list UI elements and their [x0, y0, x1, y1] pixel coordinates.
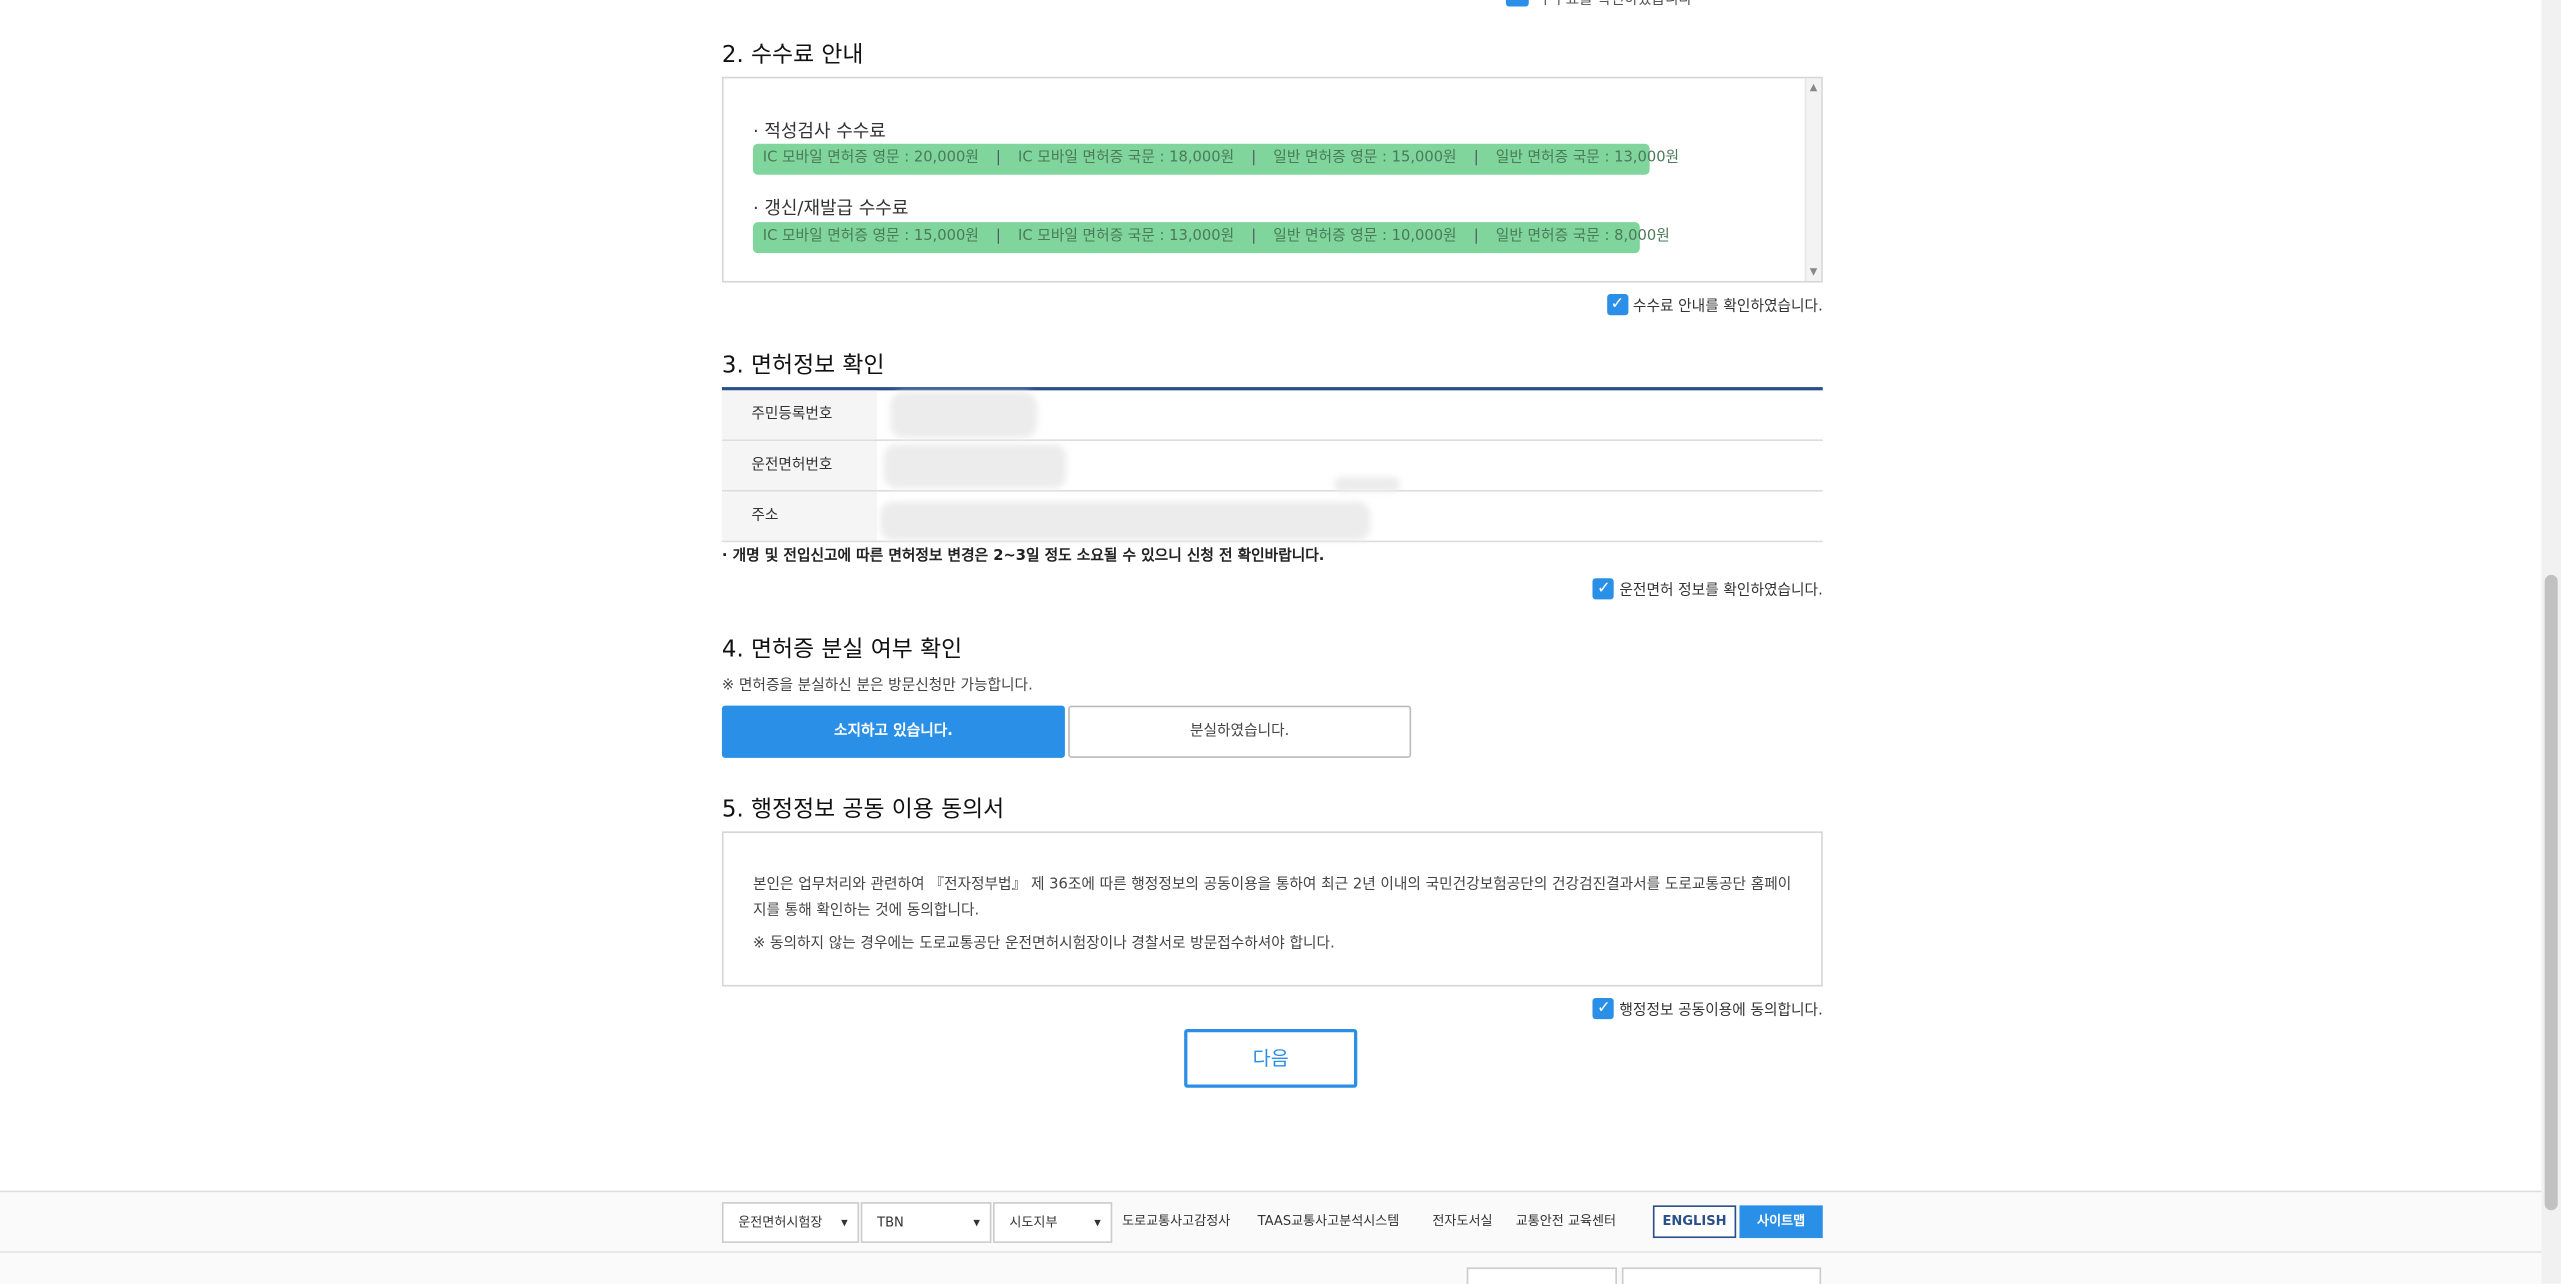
fee-item: IC 모바일 면허증 영문 : 20,000원 — [762, 150, 979, 167]
aptitude-fee-label: · 적성검사 수수료 — [752, 120, 886, 143]
consent-notice: ※ 동의하지 않는 경우에는 도로교통공단 운전면허시험장이나 경찰서로 방문접… — [752, 935, 1335, 953]
page: 수수료를 확인하였습니다 2. 수수료 안내 · 적성검사 수수료 IC 모바일… — [0, 0, 2561, 1284]
sitemap-button[interactable]: 사이트맵 — [1739, 1205, 1823, 1239]
chevron-down-icon: ▾ — [841, 1215, 848, 1230]
row-label-address: 주소 — [721, 491, 878, 541]
renew-fee-label: · 갱신/재발급 수수료 — [752, 197, 909, 219]
footer-link-taas[interactable]: TAAS교통사고분석시스템 — [1258, 1212, 1400, 1230]
fee-item: 일반 면허증 영문 : 15,000원 — [1273, 150, 1457, 167]
section-title-fees: 2. 수수료 안내 — [721, 42, 864, 69]
own-license-button[interactable]: 소지하고 있습니다. — [721, 705, 1065, 758]
chevron-down-icon: ▾ — [973, 1215, 980, 1230]
select-branch[interactable]: 시도지부 ▾ — [993, 1202, 1113, 1243]
consent-box: 본인은 업무처리와 관련하여 『전자정부법』 제 36조에 따른 행정정보의 공… — [721, 831, 1823, 987]
license-confirm-label: 운전면허 정보를 확인하였습니다. — [1619, 583, 1823, 600]
section-title-lost-check: 4. 면허증 분실 여부 확인 — [721, 636, 963, 664]
footer-bottom-divider — [0, 1251, 2542, 1253]
next-button[interactable]: 다음 — [1184, 1028, 1358, 1088]
footer-link-edu-center[interactable]: 교통안전 교육센터 — [1516, 1212, 1616, 1230]
fee-item: 일반 면허증 국문 : 8,000원 — [1495, 228, 1670, 245]
lost-license-button[interactable]: 분실하였습니다. — [1068, 705, 1412, 758]
footer — [0, 1192, 2542, 1284]
section-title-license-info: 3. 면허정보 확인 — [721, 352, 885, 379]
table-row: 주민등록번호 — [721, 390, 1823, 441]
fee-item: IC 모바일 면허증 국문 : 13,000원 — [1018, 228, 1235, 245]
redacted-value — [1334, 476, 1400, 492]
consent-checkbox[interactable]: ✓ — [1593, 997, 1615, 1020]
scrollbar-thumb[interactable] — [2544, 574, 2558, 1211]
select-test-site[interactable]: 운전면허시험장 ▾ — [721, 1202, 860, 1243]
scroll-up-icon[interactable]: ▲ — [1810, 82, 1818, 93]
license-info-note: · 개명 및 전입신고에 따른 면허정보 변경은 2~3일 정도 소요될 수 있… — [721, 548, 1325, 566]
fee-info-box: · 적성검사 수수료 IC 모바일 면허증 영문 : 20,000원 | IC 모바… — [721, 76, 1823, 283]
table-row: 주소 — [721, 491, 1823, 543]
row-label-resident-number: 주민등록번호 — [721, 390, 878, 440]
license-info-table: 주민등록번호 운전면허번호 주소 — [721, 387, 1823, 543]
section-title-consent: 5. 행정정보 공동 이용 동의서 — [721, 797, 1005, 824]
license-confirm-checkbox[interactable]: ✓ — [1593, 578, 1615, 600]
footer-partial-box — [1621, 1267, 1822, 1284]
fee-confirm-label: 수수료 안내를 확인하였습니다. — [1632, 298, 1823, 316]
license-confirm-row[interactable]: ✓ 운전면허 정보를 확인하였습니다. — [1593, 578, 1823, 600]
consent-confirm-row[interactable]: ✓ 행정정보 공동이용에 동의합니다. — [1593, 997, 1823, 1020]
fee-item: IC 모바일 면허증 국문 : 18,000원 — [1018, 150, 1235, 167]
fee-item: 일반 면허증 영문 : 10,000원 — [1273, 228, 1457, 245]
fee-confirm-checkbox[interactable]: ✓ — [1606, 293, 1629, 316]
english-button[interactable]: ENGLISH — [1652, 1205, 1737, 1239]
aptitude-fee-line: IC 모바일 면허증 영문 : 20,000원 | IC 모바일 면허증 국문 : … — [752, 143, 1679, 175]
redacted-value — [880, 501, 1371, 541]
redacted-value — [890, 391, 1038, 438]
partial-confirm-text: 수수료를 확인하였습니다 — [1538, 0, 1693, 9]
fee-box-scrollbar[interactable]: ▲ ▼ — [1804, 78, 1822, 281]
footer-link-appraiser[interactable]: 도로교통사고감정사 — [1122, 1212, 1230, 1230]
fee-item: IC 모바일 면허증 영문 : 15,000원 — [762, 228, 979, 245]
fee-item: 일반 면허증 국문 : 13,000원 — [1495, 150, 1680, 167]
checkbox-partial[interactable] — [1505, 0, 1529, 7]
table-row: 운전면허번호 — [721, 440, 1823, 492]
address-value — [877, 492, 1823, 541]
resident-number-value — [877, 390, 1823, 439]
consent-label: 행정정보 공동이용에 동의합니다. — [1619, 1002, 1823, 1020]
select-tbn[interactable]: TBN ▾ — [860, 1202, 992, 1243]
fee-confirm-row[interactable]: ✓ 수수료 안내를 확인하였습니다. — [1606, 293, 1823, 316]
scroll-down-icon[interactable]: ▼ — [1810, 266, 1818, 277]
consent-body: 본인은 업무처리와 관련하여 『전자정부법』 제 36조에 따른 행정정보의 공… — [752, 877, 1792, 920]
redacted-value — [883, 444, 1067, 489]
page-scrollbar[interactable] — [2541, 0, 2561, 1284]
renew-fee-line: IC 모바일 면허증 영문 : 15,000원 | IC 모바일 면허증 국문 : … — [752, 222, 1670, 254]
lost-note: ※ 면허증을 분실하신 분은 방문신청만 가능합니다. — [721, 677, 1033, 695]
chevron-down-icon: ▾ — [1094, 1215, 1101, 1230]
license-number-value — [877, 441, 1823, 492]
footer-link-library[interactable]: 전자도서실 — [1432, 1212, 1492, 1230]
footer-partial-box — [1466, 1267, 1617, 1284]
row-label-license-number: 운전면허번호 — [721, 440, 878, 490]
